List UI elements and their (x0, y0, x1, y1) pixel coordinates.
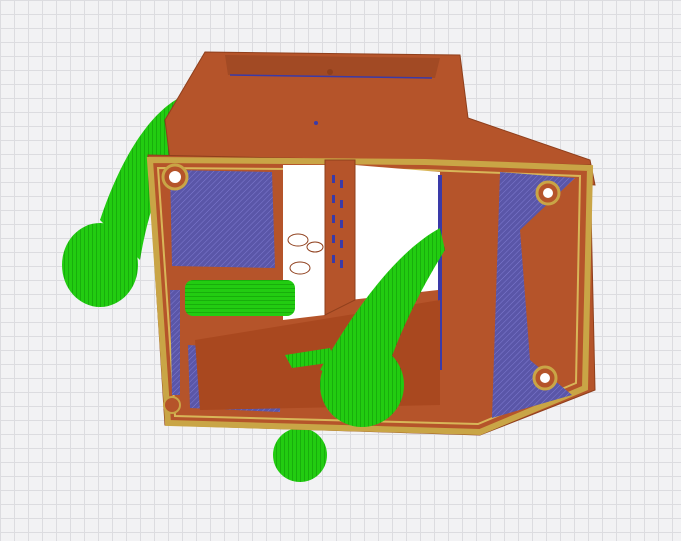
sliced-model-preview[interactable] (0, 0, 681, 541)
print-preview-viewport[interactable] (0, 0, 681, 541)
support-cylinder-left (62, 223, 138, 307)
mount-hole-bottom-left (163, 396, 181, 414)
support-cylinder-bottom (273, 428, 327, 482)
top-recess (225, 55, 440, 78)
support-bar-horizontal (185, 280, 295, 316)
